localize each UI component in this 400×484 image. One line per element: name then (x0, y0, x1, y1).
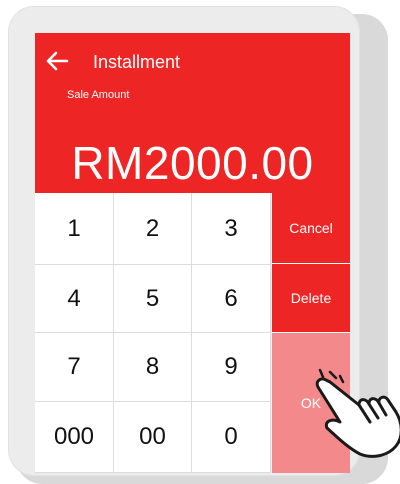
amount-display: RM2000.00 (71, 137, 314, 189)
arrow-left-icon[interactable] (45, 51, 69, 71)
device-frame: Installment Sale Amount RM2000.00 1 2 3 … (8, 6, 360, 476)
key-6[interactable]: 6 (192, 265, 271, 333)
key-1[interactable]: 1 (35, 193, 114, 265)
hand-pointer-icon (315, 368, 400, 458)
key-7[interactable]: 7 (35, 333, 114, 402)
screen: Installment Sale Amount RM2000.00 1 2 3 … (35, 33, 350, 473)
key-3[interactable]: 3 (192, 193, 271, 265)
sale-amount-label: Sale Amount (67, 89, 130, 101)
key-5[interactable]: 5 (114, 265, 192, 333)
header: Installment Sale Amount RM2000.00 (35, 33, 350, 193)
key-9[interactable]: 9 (192, 333, 271, 402)
key-8[interactable]: 8 (114, 333, 192, 402)
key-4[interactable]: 4 (35, 265, 114, 333)
keypad: 1 2 3 4 5 6 7 8 9 000 00 0 Cancel Delete… (35, 193, 350, 473)
key-2[interactable]: 2 (114, 193, 192, 265)
key-000[interactable]: 000 (35, 402, 114, 473)
key-0[interactable]: 0 (192, 402, 271, 473)
page-title: Installment (93, 52, 181, 72)
delete-button[interactable]: Delete (272, 264, 350, 332)
cancel-button[interactable]: Cancel (272, 193, 350, 263)
key-00[interactable]: 00 (114, 402, 192, 473)
